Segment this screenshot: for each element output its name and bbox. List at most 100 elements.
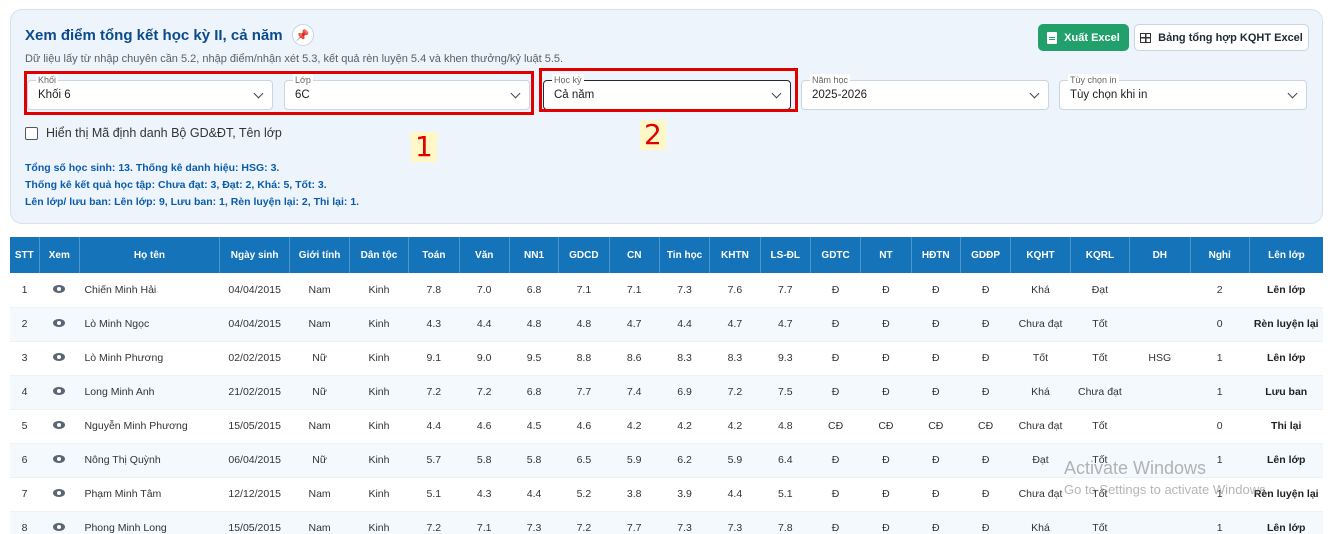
eye-icon[interactable] <box>53 284 66 293</box>
column-header: GDCD <box>558 237 610 273</box>
tuychon-select[interactable]: Tùy chọn in Tùy chọn khi in <box>1059 74 1307 110</box>
tuychon-label: Tùy chọn in <box>1068 74 1119 86</box>
table-cell: Chiến Minh Hải <box>79 273 220 308</box>
table-cell: 5.8 <box>509 443 559 478</box>
table-cell: 9.3 <box>760 341 811 376</box>
stats-line-3: Lên lớp/ lưu ban: Lên lớp: 9, Lưu ban: 1… <box>25 196 360 208</box>
table-cell: Rèn luyện lại <box>1249 307 1323 342</box>
table-cell: Đ <box>810 443 861 478</box>
table-cell: 3.9 <box>659 477 710 512</box>
excel-file-icon <box>1047 31 1058 44</box>
table-cell: 4.4 <box>709 477 761 512</box>
table-cell: 4.4 <box>509 477 559 512</box>
column-header: KQRL <box>1069 237 1130 273</box>
table-row[interactable]: 2 Lò Minh Ngọc 04/04/2015 Nam Kinh 4.3 4.4 4.8 4… <box>10 307 1323 342</box>
annotation-number-1: 1 <box>411 132 437 162</box>
table-cell: Khá <box>1010 273 1071 308</box>
table-row[interactable]: 3 Lò Minh Phương 02/02/2015 Nữ Kinh 9.1 9.0 9.5… <box>10 341 1323 376</box>
eye-icon[interactable] <box>53 455 66 463</box>
show-id-checkbox-row[interactable]: Hiển thị Mã định danh Bộ GD&ĐT, Tên lớp <box>25 126 282 140</box>
column-header: CN <box>608 237 660 273</box>
table-cell: 7.1 <box>558 273 610 308</box>
table-cell: 0 <box>1190 409 1250 444</box>
eye-icon[interactable] <box>53 523 66 531</box>
table-cell: 7.5 <box>760 375 811 410</box>
column-header: Nghỉ <box>1189 237 1250 273</box>
column-header: KQHT <box>1010 237 1071 273</box>
table-icon <box>1140 32 1152 43</box>
title-row: Xem điểm tổng kết học kỳ II, cả năm 📌 <box>25 24 314 46</box>
table-cell: 7.1 <box>459 511 510 534</box>
eye-icon[interactable] <box>53 353 66 361</box>
table-cell: 4.8 <box>760 409 811 444</box>
table-cell: Chưa đạt <box>1010 409 1071 444</box>
table-cell: 5 <box>10 409 40 444</box>
eye-icon[interactable] <box>53 319 66 327</box>
table-cell: Đ <box>960 511 1011 534</box>
table-cell: 04/04/2015 <box>219 307 290 342</box>
kqht-excel-button[interactable]: Bảng tổng hợp KQHT Excel <box>1134 24 1309 51</box>
eye-icon[interactable] <box>53 489 66 497</box>
table-cell: Thi lại <box>1249 409 1323 444</box>
table-cell: 1 <box>1190 341 1250 376</box>
view-cell <box>39 443 80 478</box>
view-cell <box>39 375 80 410</box>
table-cell: Đ <box>860 477 912 512</box>
table-cell: Lò Minh Ngọc <box>79 307 220 342</box>
table-cell: 7.2 <box>408 511 460 534</box>
table-cell: 8.8 <box>558 341 610 376</box>
table-cell: Kinh <box>349 375 409 410</box>
table-cell: 4.7 <box>709 307 761 342</box>
table-cell: 8 <box>10 511 40 534</box>
table-row[interactable]: 4 Long Minh Anh 21/02/2015 Nữ Kinh 7.2 7.2 6.8 7… <box>10 375 1323 410</box>
table-cell: 4.5 <box>509 409 559 444</box>
table-cell: 7.7 <box>558 375 610 410</box>
watermark-line-1: Activate Windows <box>1064 458 1207 478</box>
table-cell: 04/04/2015 <box>219 273 290 308</box>
table-cell: 7.8 <box>408 273 460 308</box>
table-cell: 15/05/2015 <box>219 409 290 444</box>
table-cell: Chưa đạt <box>1070 375 1130 410</box>
column-header: HĐTN <box>910 237 961 273</box>
table-cell: Đ <box>911 477 961 512</box>
table-cell: 4.2 <box>659 409 710 444</box>
table-cell: CĐ <box>860 409 912 444</box>
tuychon-value: Tùy chọn khi in <box>1070 89 1148 101</box>
table-cell: 4.7 <box>609 307 660 342</box>
table-cell: 02/02/2015 <box>219 341 290 376</box>
table-cell <box>1129 307 1190 342</box>
table-cell: Kinh <box>349 307 409 342</box>
view-cell <box>39 307 80 342</box>
export-excel-button[interactable]: Xuất Excel <box>1038 24 1129 51</box>
chevron-down-icon <box>1287 88 1298 99</box>
table-row[interactable]: 8 Phong Minh Long 15/05/2015 Nam Kinh 7.2 7.1 7… <box>10 511 1323 534</box>
table-cell: Đ <box>810 375 861 410</box>
table-row[interactable]: 5 Nguyễn Minh Phương 15/05/2015 Nam Kinh 4.4 4… <box>10 409 1323 444</box>
table-row[interactable]: 1 Chiến Minh Hải 04/04/2015 Nam Kinh 7.8 7.0 6.… <box>10 273 1323 308</box>
stats-line-1: Tổng số học sinh: 13. Thống kê danh hiệu… <box>25 162 280 174</box>
table-cell: Đ <box>860 375 912 410</box>
export-excel-label: Xuất Excel <box>1064 31 1120 44</box>
view-cell <box>39 477 80 512</box>
table-cell: Nam <box>289 273 350 308</box>
table-cell: Đ <box>860 273 912 308</box>
table-cell: 5.1 <box>408 477 460 512</box>
column-header: Lên lớp <box>1248 237 1323 273</box>
table-cell: 4.8 <box>558 307 610 342</box>
namhoc-select[interactable]: Năm học 2025-2026 <box>801 74 1049 110</box>
table-header-row: STT Xem Họ tên Ngày sinh Giới tính Dân tộc Toá… <box>10 237 1323 273</box>
table-cell: 7.8 <box>760 511 811 534</box>
table-cell: Kinh <box>349 511 409 534</box>
table-cell: 6.2 <box>659 443 710 478</box>
table-cell: 9.5 <box>509 341 559 376</box>
show-id-checkbox[interactable] <box>25 126 38 140</box>
table-cell: 4.4 <box>659 307 710 342</box>
eye-icon[interactable] <box>53 387 66 395</box>
pin-icon[interactable]: 📌 <box>291 24 314 46</box>
show-id-checkbox-label: Hiển thị Mã định danh Bộ GD&ĐT, Tên lớp <box>46 126 282 140</box>
eye-icon[interactable] <box>53 421 66 429</box>
table-cell: Lên lớp <box>1249 511 1323 534</box>
table-cell: 7.2 <box>459 375 510 410</box>
table-cell: Đ <box>911 511 961 534</box>
table-cell: 4.6 <box>558 409 610 444</box>
